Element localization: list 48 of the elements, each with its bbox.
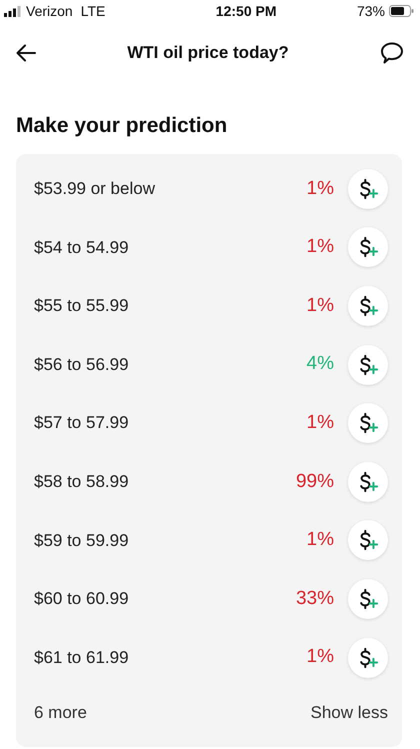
add-money-button[interactable] [348, 578, 388, 619]
dollar-plus-icon [358, 412, 378, 434]
option-label: $53.99 or below [34, 178, 156, 200]
add-money-button[interactable] [348, 638, 388, 678]
add-money-button[interactable] [348, 286, 388, 326]
dollar-plus-icon [358, 236, 378, 258]
dollar-plus-icon [358, 294, 378, 317]
option-percent: 1% [306, 294, 334, 318]
section-heading: Make your prediction [16, 113, 228, 139]
option-percent: 1% [306, 410, 334, 435]
option-label: $56 to 56.99 [34, 354, 130, 376]
option-percent: 1% [306, 235, 334, 260]
dollar-plus-icon [358, 646, 378, 669]
screen-title: WTI oil price today? [127, 42, 289, 64]
add-money-button[interactable] [348, 520, 388, 560]
option-percent: 1% [306, 176, 334, 201]
option-label: $60 to 60.99 [34, 588, 130, 610]
dollar-plus-icon [358, 354, 378, 376]
network-type: LTE [80, 2, 106, 20]
add-money-button[interactable] [348, 344, 388, 385]
clock: 12:50 PM [214, 2, 278, 20]
option-percent: 1% [306, 528, 334, 552]
option-percent: 4% [306, 352, 334, 376]
option-percent: 33% [296, 586, 334, 611]
add-money-button[interactable] [348, 168, 388, 209]
more-count: 6 more [34, 702, 87, 724]
show-less-link[interactable]: Show less [310, 700, 388, 726]
back-arrow-icon[interactable] [16, 44, 36, 62]
dollar-plus-icon [358, 529, 378, 552]
option-label: $54 to 54.99 [34, 236, 130, 259]
dollar-plus-icon [358, 470, 378, 493]
add-money-button[interactable] [348, 403, 388, 444]
dollar-plus-icon [358, 178, 378, 200]
option-label: $57 to 57.99 [34, 412, 130, 434]
battery-percent: 73% [356, 2, 385, 20]
option-percent: 99% [296, 470, 334, 494]
option-label: $59 to 59.99 [34, 530, 130, 552]
battery-icon [389, 5, 414, 17]
comment-icon[interactable] [380, 41, 404, 65]
signal-icon [4, 6, 22, 16]
carrier-name: Verizon [26, 2, 73, 20]
option-label: $61 to 61.99 [34, 646, 130, 669]
add-money-button[interactable] [348, 227, 388, 268]
option-percent: 1% [306, 645, 334, 670]
option-label: $58 to 58.99 [34, 471, 130, 494]
option-label: $55 to 55.99 [34, 295, 130, 318]
add-money-button[interactable] [348, 462, 388, 502]
dollar-plus-icon [358, 588, 378, 610]
